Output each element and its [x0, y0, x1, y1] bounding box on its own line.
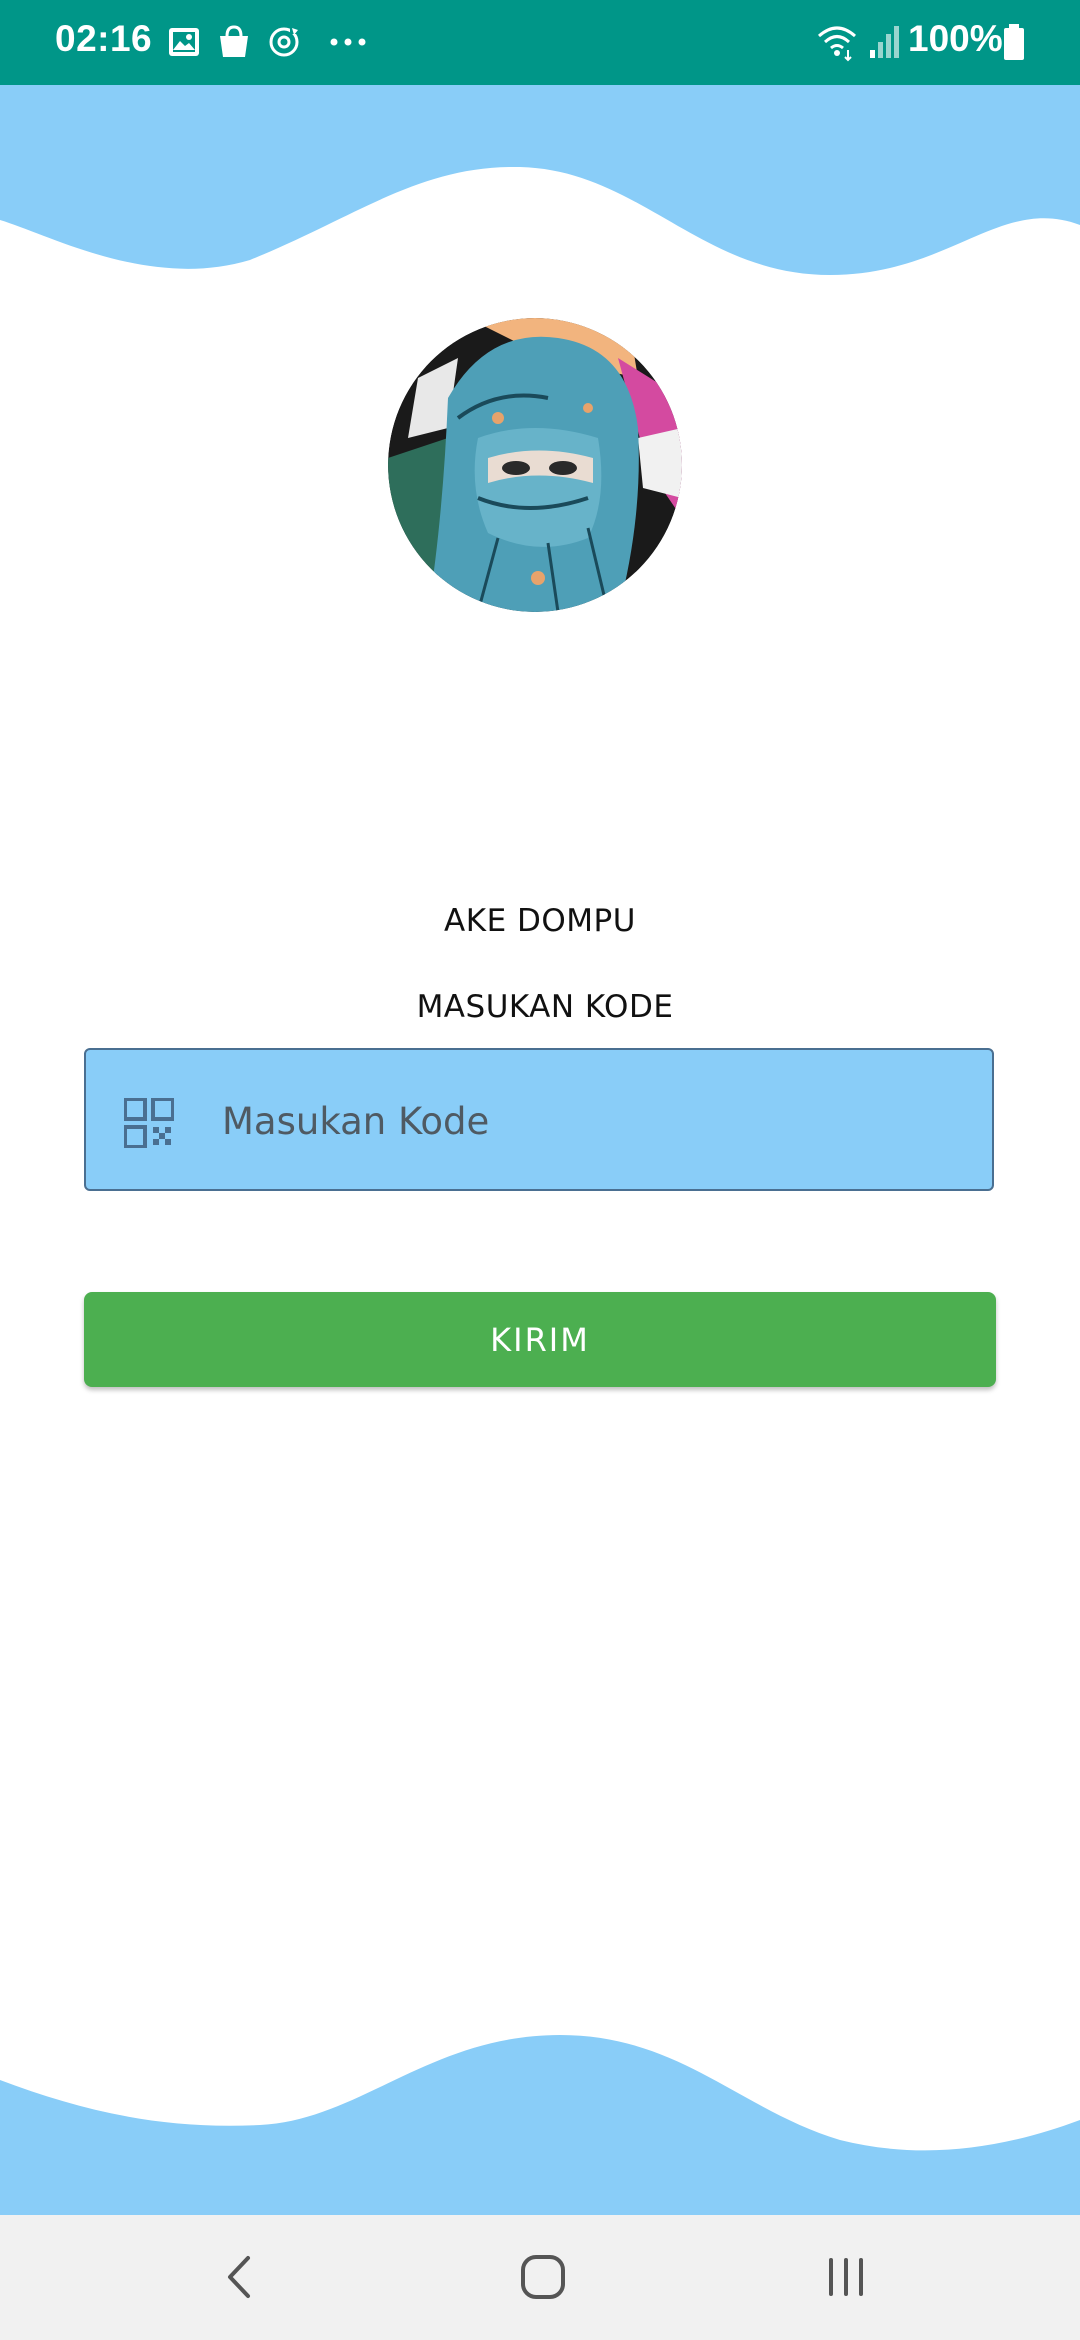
code-label: MASUKAN KODE — [416, 989, 674, 1025]
code-field[interactable] — [84, 1048, 994, 1191]
top-wave-decoration — [0, 85, 1080, 275]
battery-percentage: 100% — [908, 18, 1003, 59]
recents-button[interactable] — [806, 2237, 886, 2317]
home-icon — [521, 2255, 565, 2299]
shopping-bag-icon — [220, 25, 248, 57]
wifi-icon — [818, 26, 856, 62]
image-icon — [169, 28, 199, 56]
qr-code-icon — [124, 1098, 174, 1148]
bottom-wave-decoration — [0, 2035, 1080, 2215]
back-button[interactable] — [200, 2237, 280, 2317]
navigation-bar — [0, 2215, 1080, 2340]
recents-icon — [829, 2258, 863, 2296]
sync-icon — [269, 26, 299, 57]
home-button[interactable] — [503, 2237, 583, 2317]
status-bar: 02:16 100% — [0, 0, 1080, 85]
back-icon — [228, 2256, 250, 2298]
battery-icon — [1004, 24, 1024, 60]
code-input[interactable] — [222, 1086, 962, 1156]
more-dots-icon — [330, 38, 366, 46]
avatar — [388, 318, 682, 612]
send-button[interactable]: KIRIM — [84, 1292, 996, 1387]
signal-icon — [870, 26, 899, 58]
status-time: 02:16 — [55, 18, 153, 59]
app-name: AKE DOMPU — [444, 903, 636, 939]
